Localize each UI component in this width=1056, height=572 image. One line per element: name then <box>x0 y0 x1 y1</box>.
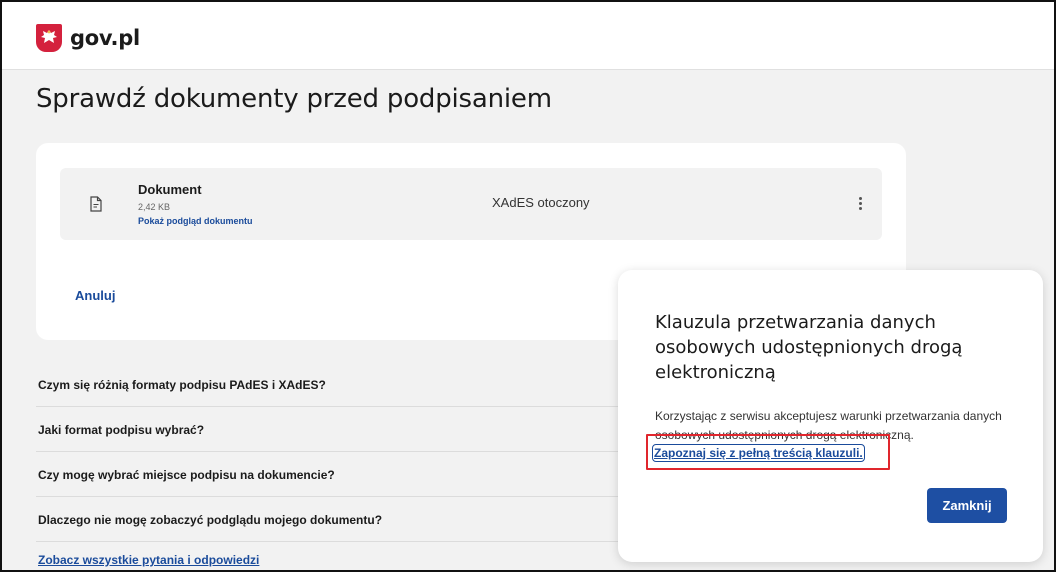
all-faq-link[interactable]: Zobacz wszystkie pytania i odpowiedzi <box>38 553 259 567</box>
signature-format: XAdES otoczony <box>492 195 590 210</box>
faq-item[interactable]: Jaki format podpisu wybrać? <box>36 408 626 452</box>
close-button[interactable]: Zamknij <box>927 488 1007 523</box>
faq-question: Jaki format podpisu wybrać? <box>38 422 205 437</box>
document-size: 2,42 KB <box>138 202 171 212</box>
faq-question: Czy mogę wybrać miejsce podpisu na dokum… <box>38 467 335 482</box>
clause-full-text-link[interactable]: Zapoznaj się z pełną treścią klauzuli. <box>652 444 865 462</box>
document-name: Dokument <box>138 182 202 197</box>
clause-modal: Klauzula przetwarzania danych osobowych … <box>618 270 1043 562</box>
faq-question: Dlaczego nie mogę zobaczyć podglądu moje… <box>38 512 383 527</box>
modal-title: Klauzula przetwarzania danych osobowych … <box>655 312 963 383</box>
faq-item[interactable]: Czy mogę wybrać miejsce podpisu na dokum… <box>36 453 626 497</box>
kebab-menu-icon[interactable] <box>856 192 864 214</box>
site-header: gov.pl <box>0 0 1056 70</box>
faq-item[interactable]: Czym się różnią formaty podpisu PAdES i … <box>36 363 626 407</box>
faq-item[interactable]: Dlaczego nie mogę zobaczyć podglądu moje… <box>36 498 626 542</box>
document-row: Dokument 2,42 KB Pokaż podgląd dokumentu… <box>60 168 882 240</box>
document-preview-link[interactable]: Pokaż podgląd dokumentu <box>138 216 253 226</box>
faq-question: Czym się różnią formaty podpisu PAdES i … <box>38 377 326 392</box>
gov-logo[interactable]: gov.pl <box>36 24 140 52</box>
page-title: Sprawdź dokumenty przed podpisaniem <box>36 84 552 114</box>
logo-text: gov.pl <box>70 26 140 50</box>
polish-eagle-emblem-icon <box>36 24 62 52</box>
cancel-button[interactable]: Anuluj <box>75 288 115 303</box>
document-icon <box>90 196 102 212</box>
